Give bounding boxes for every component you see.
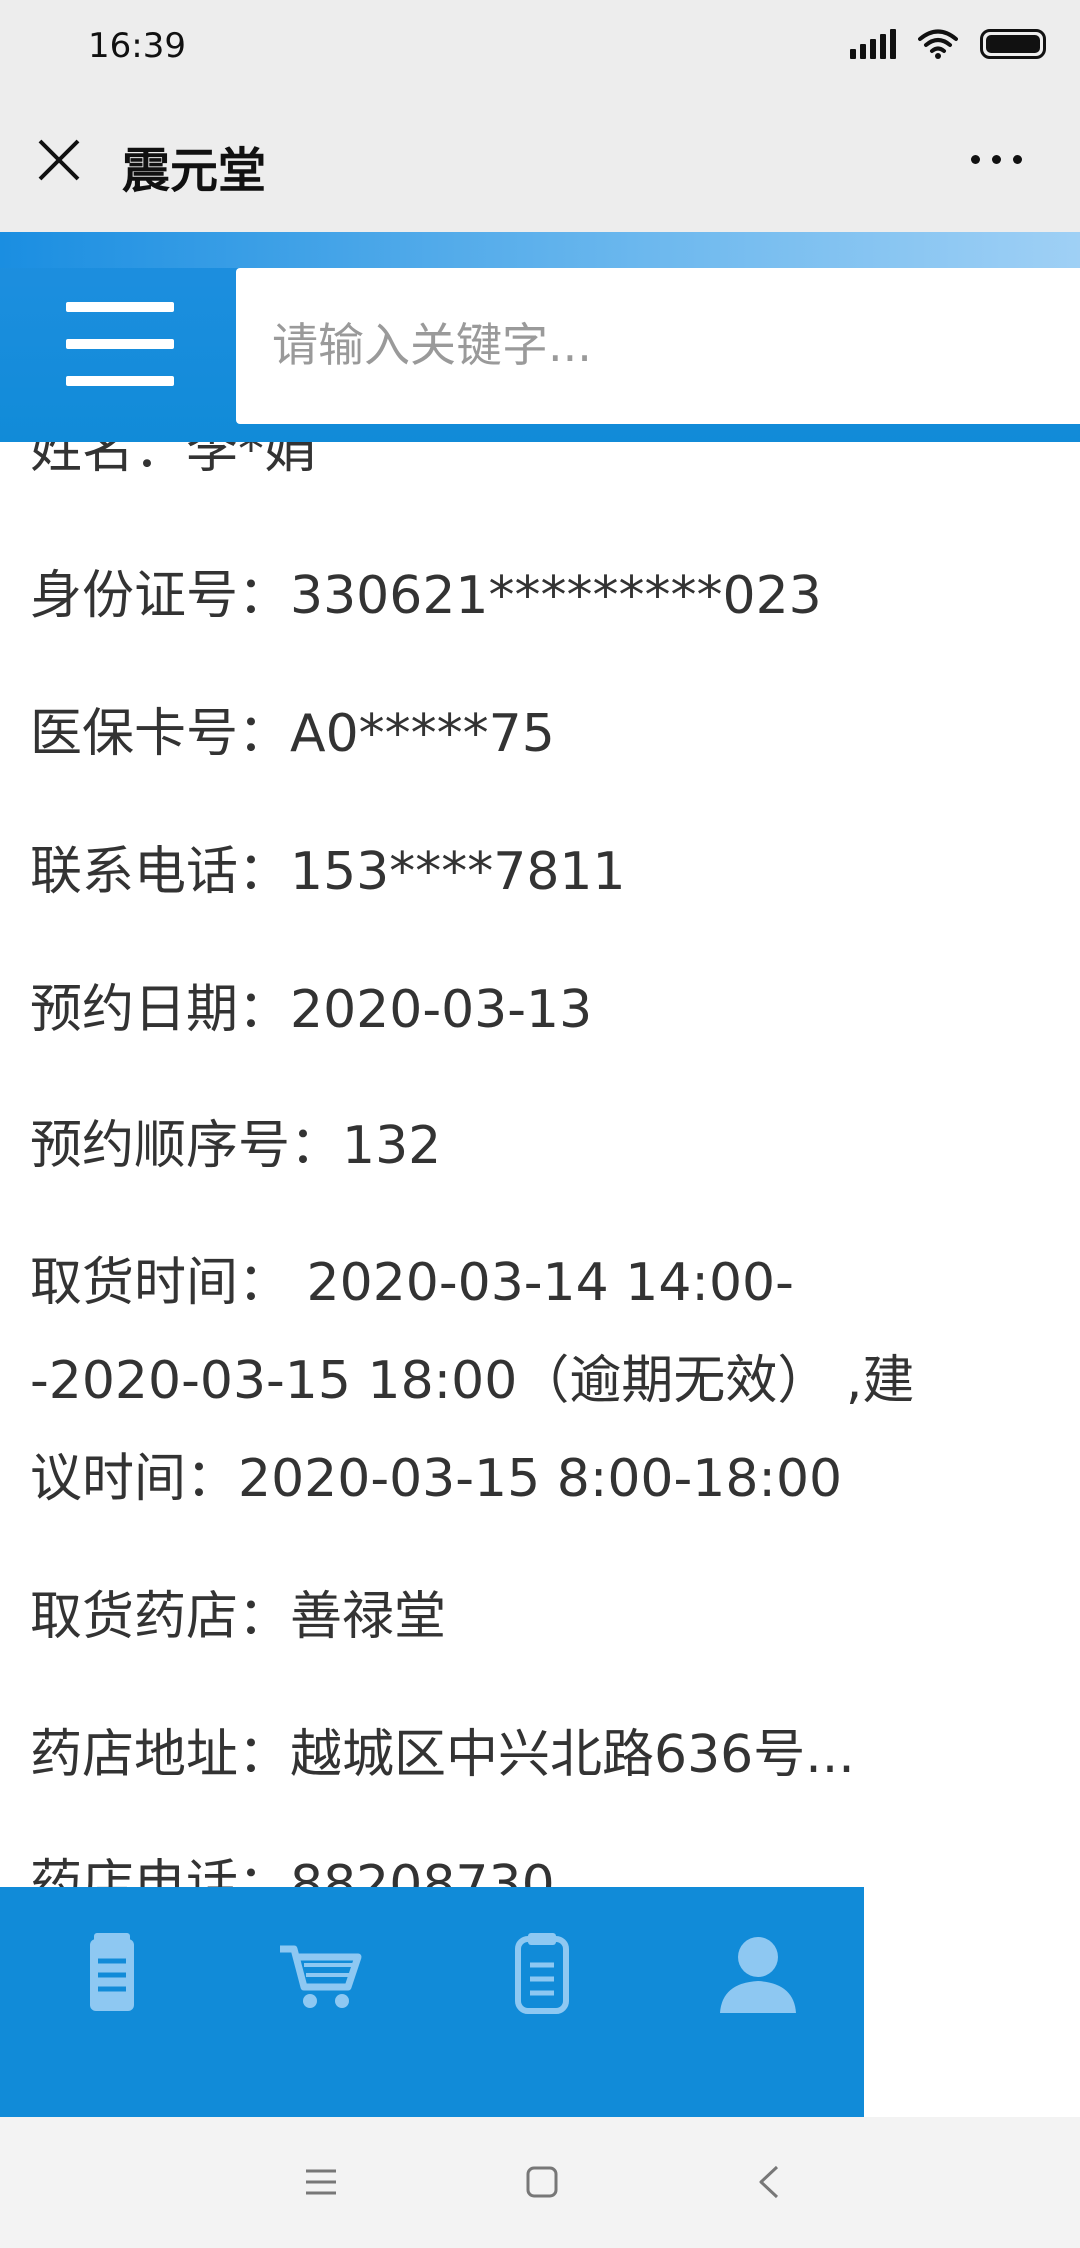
wifi-icon bbox=[918, 29, 958, 59]
search-input[interactable] bbox=[272, 310, 1052, 380]
status-bar: 16:39 bbox=[0, 0, 1080, 95]
medical-card-field: 医保卡号：A0*****75 bbox=[30, 704, 555, 764]
page-title: 震元堂 bbox=[122, 143, 267, 199]
phone-field: 联系电话：153****7811 bbox=[30, 842, 626, 902]
pickup-time-field: 取货时间： 2020-03-14 14:00- -2020-03-15 18:0… bbox=[30, 1234, 1060, 1528]
pickup-time-line: 取货时间： 2020-03-14 14:00- bbox=[30, 1253, 794, 1313]
signal-icon bbox=[850, 29, 896, 59]
tab-bar-blank bbox=[864, 1887, 1080, 2117]
menu-icon[interactable] bbox=[66, 302, 174, 386]
user-icon[interactable] bbox=[708, 1925, 808, 2025]
appointment-date-field: 预约日期：2020-03-13 bbox=[30, 980, 593, 1040]
title-bar: 震元堂 bbox=[0, 95, 1080, 232]
back-nav-icon[interactable] bbox=[745, 2157, 795, 2207]
battery-icon bbox=[980, 29, 1046, 59]
sequence-number-field: 预约顺序号：132 bbox=[30, 1116, 442, 1176]
search-box bbox=[236, 268, 1080, 424]
pharmacy-field: 取货药店：善禄堂 bbox=[30, 1587, 447, 1647]
home-nav-icon[interactable] bbox=[517, 2157, 567, 2207]
status-icons bbox=[850, 28, 1046, 60]
tab-bar bbox=[0, 1887, 864, 2117]
cart-icon[interactable] bbox=[270, 1925, 370, 2025]
status-time: 16:39 bbox=[88, 26, 186, 66]
pickup-time-line: 议时间：2020-03-15 8:00-18:00 bbox=[30, 1449, 843, 1509]
pharmacy-phone-field: 药店电话：88208730 bbox=[30, 1855, 555, 1887]
pharmacy-address-field: 药店地址：越城区中兴北路636号... bbox=[30, 1725, 855, 1785]
name-field: 姓名：李*娟 bbox=[30, 442, 317, 480]
menu-nav-icon[interactable] bbox=[296, 2157, 346, 2207]
orders-icon[interactable] bbox=[492, 1925, 592, 2025]
id-number-field: 身份证号：330621*********023 bbox=[30, 566, 822, 626]
notepad-icon[interactable] bbox=[62, 1925, 162, 2025]
order-details: 姓名：李*娟 身份证号：330621*********023 医保卡号：A0**… bbox=[0, 442, 1080, 1887]
header bbox=[0, 232, 1080, 442]
close-icon[interactable] bbox=[34, 135, 84, 185]
pickup-time-line: -2020-03-15 18:00（逾期无效） ,建 bbox=[30, 1351, 915, 1411]
system-nav-bar bbox=[0, 2117, 1080, 2248]
more-icon[interactable] bbox=[971, 155, 1022, 164]
